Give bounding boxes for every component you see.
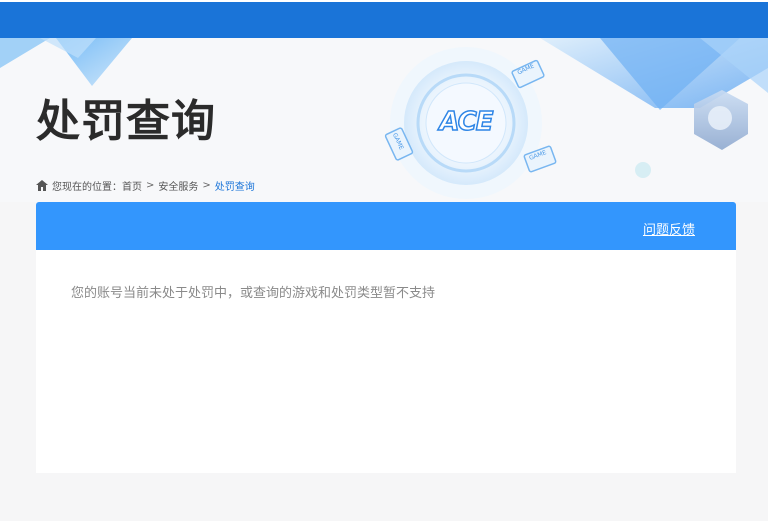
breadcrumb-item-home[interactable]: 首页 [122, 178, 142, 193]
breadcrumb-separator: > [146, 179, 155, 191]
breadcrumb-item-current: 处罚查询 [214, 181, 255, 193]
ace-logo: ACE [430, 104, 502, 140]
feedback-link[interactable]: 问题反馈 [643, 219, 695, 238]
page: ACE GAME GAME GAME 处罚查询 您现在的位置： 首页 > 安全服… [0, 0, 768, 521]
home-icon [36, 179, 48, 191]
top-navigation-bar [0, 2, 768, 38]
result-message: 您的账号当前未处于处罚中，或查询的游戏和处罚类型暂不支持 [71, 286, 436, 301]
panel-body: 您的账号当前未处于处罚中，或查询的游戏和处罚类型暂不支持 [36, 250, 736, 473]
breadcrumb: 您现在的位置： 首页 > 安全服务 > 处罚查询 [36, 178, 255, 193]
ace-logo-text: ACE [439, 106, 495, 138]
breadcrumb-prefix: 您现在的位置： [52, 181, 122, 193]
breadcrumb-item-security-service[interactable]: 安全服务 [158, 178, 198, 193]
page-title: 处罚查询 [36, 96, 216, 147]
breadcrumb-separator: > [202, 179, 211, 191]
panel-header: 问题反馈 [36, 202, 736, 250]
